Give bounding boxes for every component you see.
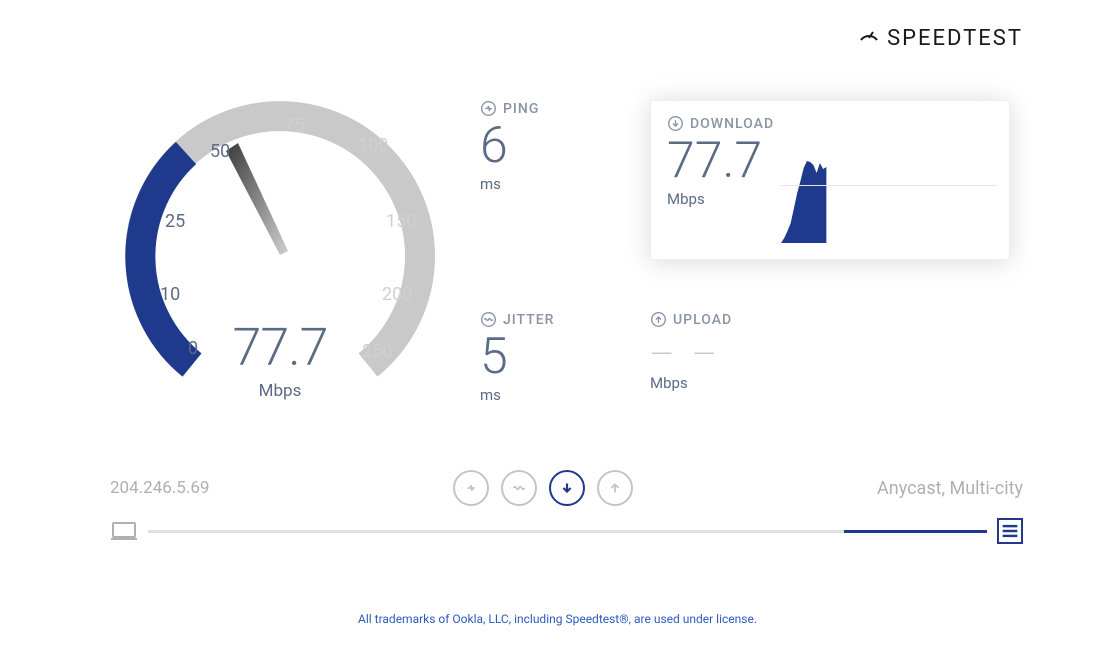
jitter-block: JITTER 5 ms: [480, 311, 630, 415]
gauge-value: 77.7: [110, 317, 450, 378]
ping-value: 6: [480, 121, 630, 171]
download-label: DOWNLOAD: [690, 116, 774, 132]
trademark-notice: All trademarks of Ookla, LLC, including …: [0, 612, 1115, 626]
stage-jitter[interactable]: [501, 470, 537, 506]
gauge-unit: Mbps: [110, 381, 450, 401]
speedtest-logo-icon: [857, 24, 881, 52]
progress-row: [110, 518, 1023, 544]
test-progress-bar: [148, 530, 987, 533]
gauge-tick-50: 50: [210, 141, 230, 162]
jitter-value: 5: [480, 332, 630, 382]
stage-download[interactable]: [549, 470, 585, 506]
gauge-tick-100: 100: [358, 135, 388, 156]
ping-unit: ms: [480, 175, 630, 193]
gauge-tick-200: 200: [382, 284, 412, 305]
stage-ping[interactable]: [453, 470, 489, 506]
brand-header: SPEEDTEST: [857, 24, 1023, 52]
jitter-label: JITTER: [503, 312, 554, 328]
gauge-tick-150: 150: [386, 211, 416, 232]
sparkline-icon: [781, 153, 997, 243]
server-icon: [997, 518, 1023, 544]
client-ip: 204.246.5.69: [110, 478, 209, 498]
ping-block: PING 6 ms: [480, 100, 630, 271]
upload-unit: Mbps: [650, 374, 1010, 392]
gauge-tick-75: 75: [284, 115, 304, 136]
jitter-unit: ms: [480, 386, 630, 404]
footer: 204.246.5.69 Anycast, Multi-city: [110, 470, 1023, 544]
download-card: DOWNLOAD 77.7 Mbps: [650, 100, 1010, 260]
jitter-icon: [480, 311, 497, 328]
test-progress-fill: [844, 530, 987, 533]
ping-label: PING: [503, 101, 539, 117]
upload-block: UPLOAD — — Mbps: [650, 311, 1010, 415]
ping-icon: [480, 100, 497, 117]
upload-label: UPLOAD: [673, 312, 732, 328]
stage-upload[interactable]: [597, 470, 633, 506]
client-device-icon: [110, 520, 138, 542]
speed-gauge: 0 10 25 50 75 100 150 200 250 77.7 Mbps: [110, 85, 450, 415]
brand-title: SPEEDTEST: [887, 26, 1023, 51]
upload-icon: [650, 311, 667, 328]
gauge-tick-10: 10: [160, 284, 180, 305]
download-icon: [667, 115, 684, 132]
gauge-tick-25: 25: [165, 211, 185, 232]
server-location: Anycast, Multi-city: [877, 478, 1023, 499]
download-sparkline: [781, 153, 997, 243]
stats-grid: PING 6 ms DOWNLOAD 77.7 Mbps: [480, 85, 1010, 415]
test-stage-icons: [453, 470, 633, 506]
main-content: 0 10 25 50 75 100 150 200 250 77.7 Mbps …: [110, 85, 1045, 415]
upload-value: — —: [650, 332, 1010, 370]
